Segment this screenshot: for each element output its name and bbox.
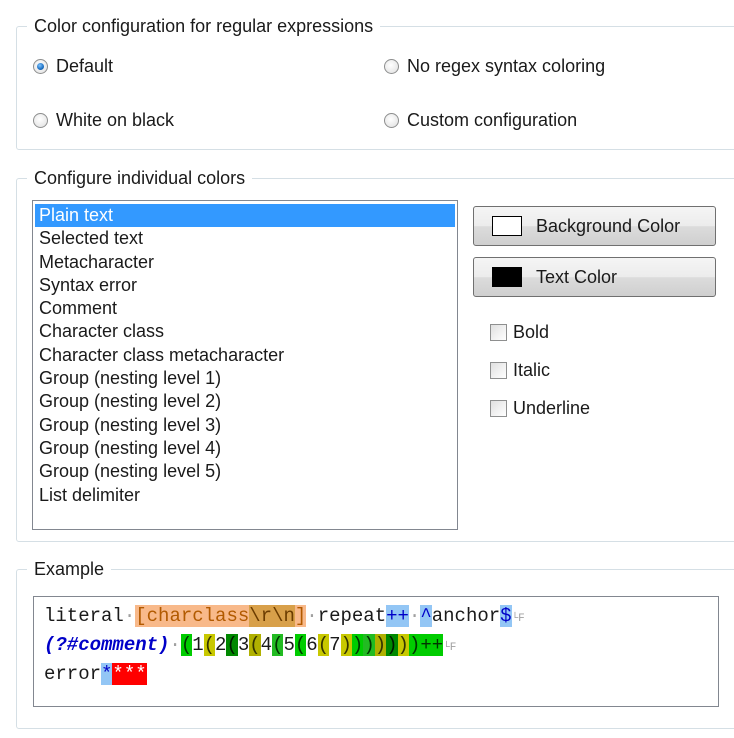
line-break-marker: └F [511,613,525,625]
text-color-swatch [492,267,522,287]
literal-token: literal [44,605,124,627]
list-item[interactable]: Character class [33,320,457,343]
space-marker: · [408,605,421,627]
group-6-open: ( [294,634,307,656]
space-marker: · [306,605,318,627]
group-3-content: 3 [237,634,250,656]
radio-no-syntax[interactable]: No regex syntax coloring [384,56,605,77]
group-3-open: ( [226,634,238,656]
charclass-meta-token: \r\n [249,605,295,627]
example-preview: literal·[charclass\r\n]·repeat++·^anchor… [33,596,719,707]
group-2-close: ) [397,634,409,656]
underline-checkbox-label[interactable]: Underline [513,398,590,419]
example-line-3: error**** [44,661,718,690]
caret-token: ^ [420,605,432,627]
italic-checkbox[interactable]: Italic [490,360,550,381]
radio-selected-dot [37,63,44,70]
list-item[interactable]: Comment [33,297,457,320]
group-6-close: ) [351,634,364,656]
comment-token: (?#comment) [44,634,170,656]
group-6-content: 6 [306,634,318,656]
error-literal-token: error [44,663,102,685]
list-item[interactable]: Group (nesting level 2) [33,390,457,413]
radio-white-on-black-label[interactable]: White on black [56,110,174,131]
list-item[interactable]: Plain text [35,204,455,228]
space-marker: · [123,605,136,627]
charclass-token: [charclass [135,605,250,627]
group-5-content: 5 [283,634,295,656]
background-color-button[interactable]: Background Color [473,206,716,246]
group-7-open: ( [317,634,330,656]
text-color-button-label: Text Color [536,266,618,287]
individual-colors-legend: Configure individual colors [27,167,253,189]
star-quantifier-token: * [101,663,113,685]
group-4-close: ) [374,634,387,656]
group-3-close: ) [386,634,398,656]
radio-default[interactable]: Default [33,56,113,77]
radio-custom-circle[interactable] [384,113,399,128]
bold-checkbox-box[interactable] [490,324,507,341]
radio-default-circle[interactable] [33,59,48,74]
group-1-content: 1 [192,634,204,656]
color-element-list[interactable]: Plain text Selected text Metacharacter S… [32,200,458,530]
space-marker: · [169,634,181,656]
example-line-2: (?#comment)·(1(2(3(4(5(6(7)))))))++└F [44,632,718,661]
group-7-close: ) [340,634,352,656]
underline-checkbox-box[interactable] [490,400,507,417]
background-color-button-label: Background Color [536,215,681,236]
list-item[interactable]: Group (nesting level 4) [33,437,457,460]
group-4-content: 4 [260,634,273,656]
group-quantifier-token: ++ [420,634,444,656]
list-item[interactable]: Character class metacharacter [33,344,457,367]
list-item[interactable]: List delimiter [33,484,457,507]
group-5-open: ( [272,634,284,656]
bold-checkbox-label[interactable]: Bold [513,322,549,343]
italic-checkbox-box[interactable] [490,362,507,379]
line-break-marker: └F [443,642,457,654]
list-item[interactable]: Group (nesting level 3) [33,414,457,437]
group-2-open: ( [203,634,216,656]
anchor-token: anchor [431,605,501,627]
bold-checkbox[interactable]: Bold [490,322,549,343]
example-legend: Example [27,558,112,580]
color-config-legend: Color configuration for regular expressi… [27,15,381,37]
quantifier-token: ++ [386,605,409,627]
group-1-close: ) [408,634,421,656]
radio-custom[interactable]: Custom configuration [384,110,577,131]
dollar-token: $ [500,605,512,627]
repeat-token: repeat [317,605,387,627]
syntax-error-token: *** [112,663,147,685]
charclass-close-token: ] [294,605,307,627]
radio-custom-label[interactable]: Custom configuration [407,110,577,131]
group-5-close: ) [363,634,375,656]
list-item[interactable]: Group (nesting level 5) [33,460,457,483]
radio-no-syntax-label[interactable]: No regex syntax coloring [407,56,605,77]
background-color-swatch [492,216,522,236]
list-item[interactable]: Syntax error [33,274,457,297]
radio-no-syntax-circle[interactable] [384,59,399,74]
color-config-group: Color configuration for regular expressi… [16,15,734,150]
radio-default-label[interactable]: Default [56,56,113,77]
list-item[interactable]: Metacharacter [33,251,457,274]
list-item[interactable]: Selected text [33,227,457,250]
text-color-button[interactable]: Text Color [473,257,716,297]
example-line-1: literal·[charclass\r\n]·repeat++·^anchor… [44,603,718,632]
group-2-content: 2 [215,634,227,656]
group-4-open: ( [249,634,261,656]
group-7-content: 7 [329,634,341,656]
italic-checkbox-label[interactable]: Italic [513,360,550,381]
radio-white-on-black-circle[interactable] [33,113,48,128]
radio-white-on-black[interactable]: White on black [33,110,174,131]
group-1-open: ( [180,634,193,656]
list-item[interactable]: Group (nesting level 1) [33,367,457,390]
underline-checkbox[interactable]: Underline [490,398,590,419]
